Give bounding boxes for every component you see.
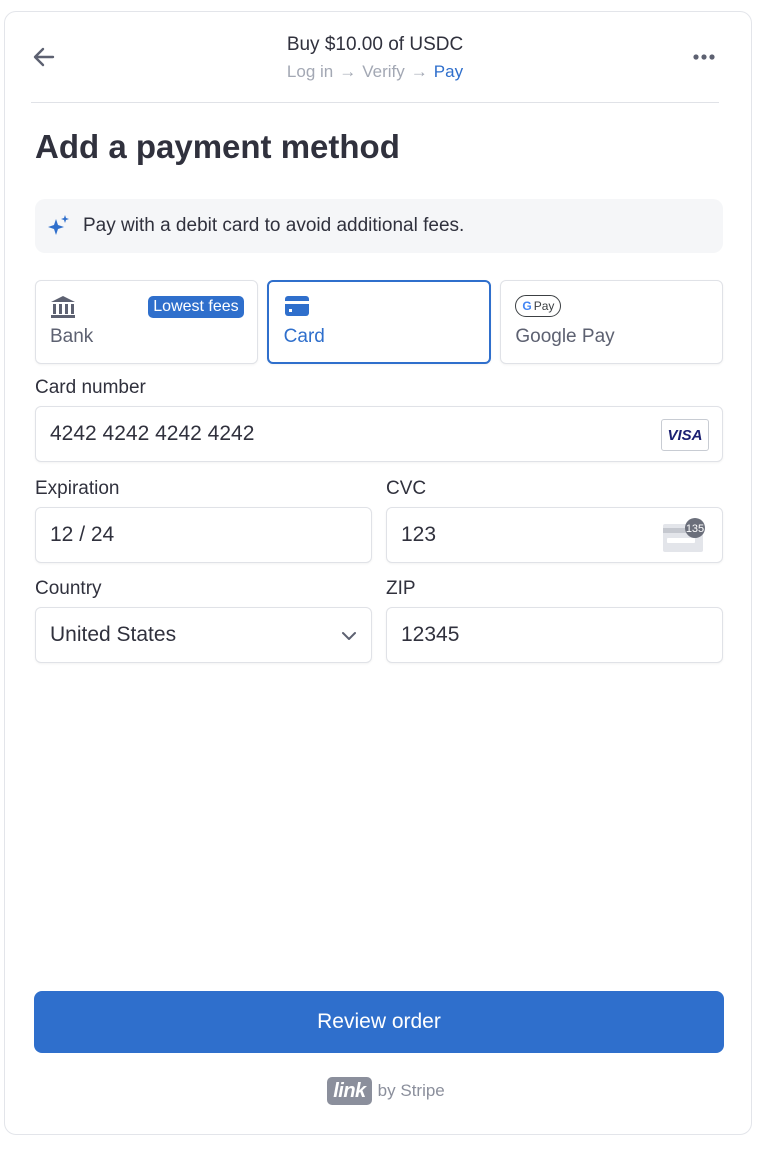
review-order-button[interactable]: Review order [34, 991, 724, 1053]
payment-method-tabs: Lowest fees Bank Card G Pay Google Pay [35, 280, 724, 364]
fee-notice: Pay with a debit card to avoid additiona… [35, 199, 723, 253]
method-google-pay[interactable]: G Pay Google Pay [500, 280, 724, 364]
step-arrow-icon: → [410, 62, 428, 81]
more-horizontal-icon [693, 54, 715, 60]
method-card[interactable]: Card [266, 280, 492, 364]
cvc-field: 135 [386, 507, 723, 563]
expiration-field [35, 507, 372, 563]
step-login: Log in [286, 62, 334, 81]
cvc-label: CVC [386, 478, 427, 499]
country-label: Country [35, 578, 102, 599]
svg-text:135: 135 [686, 523, 704, 535]
more-menu-button[interactable] [691, 44, 719, 70]
header-title: Buy $10.00 of USDC [286, 34, 464, 55]
bank-icon [51, 296, 75, 318]
zip-input[interactable] [401, 608, 669, 662]
card-number-field: VISA [35, 406, 723, 462]
expiration-input[interactable] [50, 508, 318, 562]
sparkle-icon [48, 215, 69, 235]
card-icon [284, 296, 309, 316]
payment-panel [4, 11, 752, 1135]
page-title: Add a payment method [35, 128, 400, 165]
zip-field [386, 607, 723, 663]
cvc-card-icon: 135 [663, 518, 705, 552]
expiration-label: Expiration [35, 478, 120, 499]
zip-label: ZIP [386, 578, 416, 599]
method-bank[interactable]: Lowest fees Bank [35, 280, 258, 364]
country-select[interactable] [35, 607, 372, 663]
step-arrow-icon: → [339, 62, 357, 81]
visa-icon: VISA [661, 419, 709, 451]
country-value[interactable] [50, 608, 318, 662]
method-label: Google Pay [515, 326, 615, 347]
method-label: Bank [50, 326, 94, 347]
lowest-fees-badge: Lowest fees [148, 296, 244, 318]
chevron-down-icon [342, 632, 356, 640]
footer: link by Stripe [0, 1077, 772, 1105]
step-verify: Verify [362, 62, 405, 81]
link-logo: link [327, 1077, 372, 1105]
notice-text: Pay with a debit card to avoid additiona… [83, 215, 465, 236]
by-stripe-text: by Stripe [377, 1081, 445, 1100]
card-number-input[interactable] [50, 407, 599, 461]
step-pay: Pay [433, 62, 464, 81]
method-label: Card [283, 326, 325, 347]
google-pay-icon: G Pay [515, 295, 562, 317]
header: Buy $10.00 of USDC Log in → Verify → Pay [31, 22, 719, 103]
cvc-input[interactable] [401, 508, 669, 562]
progress-steps: Log in → Verify → Pay [31, 62, 719, 82]
card-number-label: Card number [35, 377, 146, 398]
